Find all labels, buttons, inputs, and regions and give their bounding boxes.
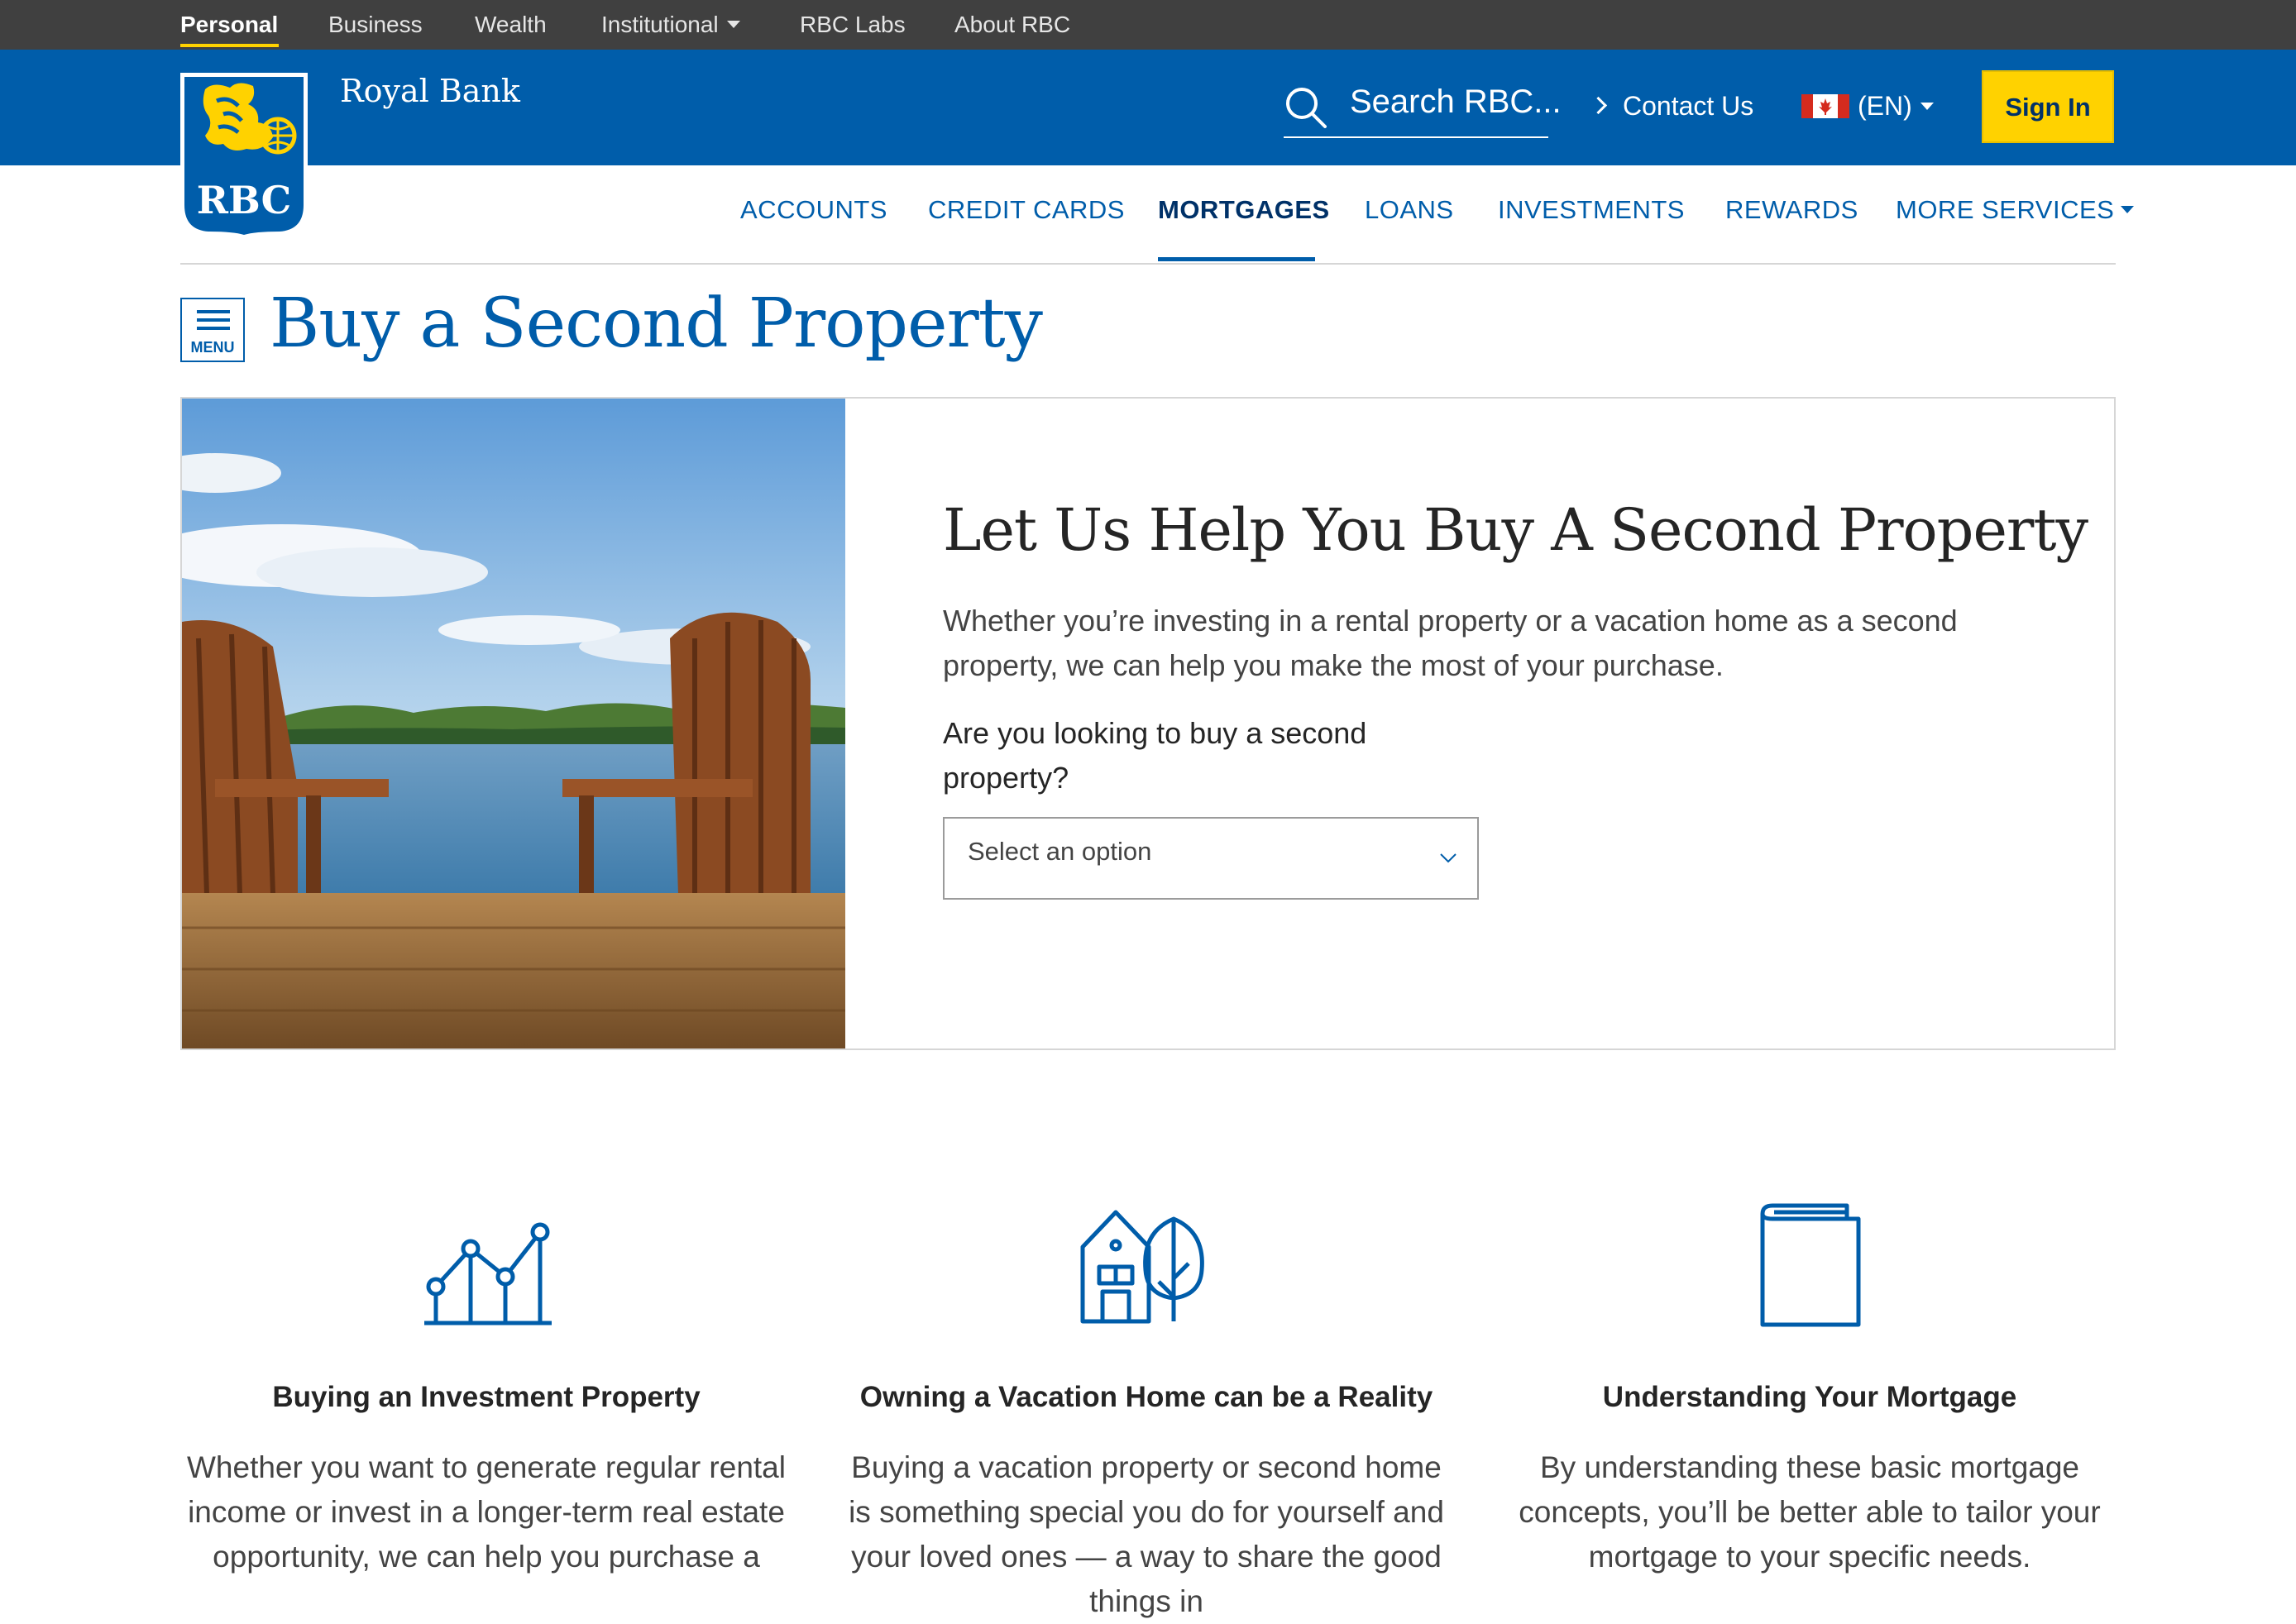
nav-investments[interactable]: INVESTMENTS: [1498, 195, 1685, 225]
language-selector[interactable]: (EN): [1801, 91, 1934, 122]
util-nav-personal[interactable]: Personal: [180, 0, 278, 50]
nav-rewards[interactable]: REWARDS: [1725, 195, 1858, 225]
hero-paragraph: Whether you’re investing in a rental pro…: [943, 604, 1958, 682]
search-icon[interactable]: [1284, 85, 1328, 130]
feature-title[interactable]: Understanding Your Mortgage: [1487, 1381, 2132, 1414]
contact-us-label: Contact Us: [1623, 91, 1754, 121]
main-nav: ACCOUNTS CREDIT CARDS MORTGAGES LOANS IN…: [0, 165, 2296, 265]
property-option-select[interactable]: Select an option: [943, 817, 1479, 900]
property-question-label: Are you looking to buy a second property…: [943, 716, 1367, 795]
menu-button[interactable]: MENU: [180, 298, 245, 362]
util-nav-business[interactable]: Business: [328, 0, 423, 50]
nav-credit-cards[interactable]: CREDIT CARDS: [928, 195, 1125, 225]
menu-icon-bar: [197, 310, 230, 313]
feature-title[interactable]: Buying an Investment Property: [164, 1381, 809, 1414]
util-nav-active-indicator: [180, 44, 279, 47]
line-chart-icon: [424, 1222, 552, 1325]
hero-card: Let Us Help You Buy A Second Property Wh…: [180, 397, 2116, 1050]
caret-down-icon: [2121, 206, 2135, 214]
language-label: (EN): [1858, 91, 1912, 121]
house-tree-icon: [1080, 1210, 1204, 1324]
utility-bar: Personal Business Wealth Institutional R…: [0, 0, 2296, 50]
util-nav-rbc-labs[interactable]: RBC Labs: [800, 0, 906, 50]
search-placeholder[interactable]: Search RBC...: [1350, 84, 1562, 121]
feature-title[interactable]: Owning a Vacation Home can be a Reality: [824, 1381, 1469, 1414]
caret-down-icon: [1920, 103, 1934, 111]
hero-image-adirondack-chairs: [182, 399, 845, 1048]
nav-loans[interactable]: LOANS: [1365, 195, 1454, 225]
sign-in-button[interactable]: Sign In: [1982, 70, 2114, 143]
book-icon: [1760, 1203, 1861, 1327]
search-field[interactable]: Search RBC...: [1284, 79, 1562, 138]
caret-down-icon: [726, 21, 740, 29]
menu-icon-bar: [197, 318, 230, 322]
util-nav-about-rbc[interactable]: About RBC: [954, 0, 1070, 50]
util-nav-institutional[interactable]: Institutional: [601, 0, 740, 50]
hero-heading: Let Us Help You Buy A Second Property: [943, 496, 2088, 564]
nav-more-services-label: MORE SERVICES: [1896, 195, 2115, 224]
nav-divider: [180, 263, 2116, 265]
util-nav-institutional-label: Institutional: [601, 12, 719, 37]
chevron-down-icon: [1440, 853, 1457, 863]
util-nav-wealth[interactable]: Wealth: [475, 0, 547, 50]
canada-flag-icon: [1801, 94, 1849, 119]
nav-accounts[interactable]: ACCOUNTS: [740, 195, 887, 225]
menu-icon-bar: [197, 327, 230, 330]
nav-more-services[interactable]: MORE SERVICES: [1896, 195, 2135, 225]
feature-text: Buying a vacation property or second hom…: [849, 1450, 1444, 1618]
nav-mortgages[interactable]: MORTGAGES: [1158, 195, 1330, 225]
select-placeholder: Select an option: [968, 837, 1152, 866]
nav-active-indicator: [1158, 257, 1315, 261]
contact-us-link[interactable]: Contact Us: [1589, 91, 1754, 122]
feature-text: Whether you want to generate regular ren…: [187, 1450, 786, 1574]
menu-label: MENU: [190, 339, 235, 356]
chevron-right-icon: [1589, 96, 1608, 115]
feature-text: By understanding these basic mortgage co…: [1519, 1450, 2101, 1574]
brand-name[interactable]: Royal Bank: [340, 73, 520, 109]
page-title: Buy a Second Property: [270, 284, 1043, 363]
